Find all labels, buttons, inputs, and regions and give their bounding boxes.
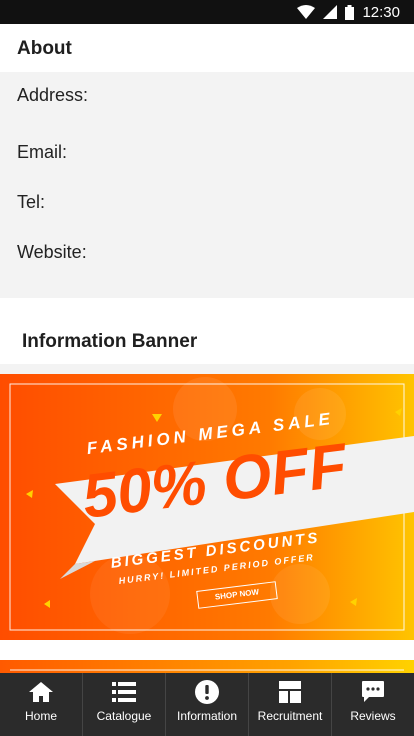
nav-home-label: Home [24, 709, 57, 723]
nav-home[interactable]: Home [0, 673, 82, 736]
nav-reviews-label: Reviews [350, 709, 396, 723]
banner-section-header: Information Banner [0, 298, 414, 364]
divider [0, 364, 414, 374]
address-row: Address: [17, 85, 94, 106]
website-label: Website: [17, 242, 87, 262]
email-label: Email: [17, 142, 68, 162]
email-row: Email: [17, 142, 73, 163]
nav-information-label: Information [176, 709, 238, 723]
nav-recruitment[interactable]: Recruitment [248, 673, 331, 736]
address-label: Address: [17, 85, 89, 105]
chat-icon [361, 679, 385, 705]
promo-banner[interactable]: FASHION MEGA SALE 50% OFF BIGGEST DISCOU… [0, 374, 414, 640]
website-row: Website: [17, 242, 93, 263]
home-icon [28, 679, 54, 705]
wifi-icon [297, 5, 316, 19]
banner-section-title: Information Banner [22, 331, 198, 352]
battery-icon [345, 4, 355, 20]
status-time: 12:30 [362, 3, 400, 21]
info-icon [195, 679, 219, 705]
screen: 12:30 About Address: Email: Tel: Website… [0, 0, 414, 736]
signal-icon [323, 5, 338, 19]
layout-icon [279, 679, 301, 705]
about-details: Address: Email: Tel: Website: [0, 72, 414, 298]
nav-catalogue-label: Catalogue [96, 709, 152, 723]
list-icon [112, 679, 136, 705]
tel-label: Tel: [17, 192, 46, 212]
status-bar: 12:30 [0, 0, 414, 24]
nav-catalogue[interactable]: Catalogue [82, 673, 165, 736]
nav-information[interactable]: Information [165, 673, 248, 736]
about-title: About [17, 38, 72, 59]
tel-row: Tel: [17, 192, 51, 213]
nav-recruitment-label: Recruitment [257, 709, 323, 723]
about-header: About [0, 24, 414, 72]
nav-reviews[interactable]: Reviews [331, 673, 414, 736]
bottom-navigation: Home Catalogue Information Recruitment R… [0, 673, 414, 736]
